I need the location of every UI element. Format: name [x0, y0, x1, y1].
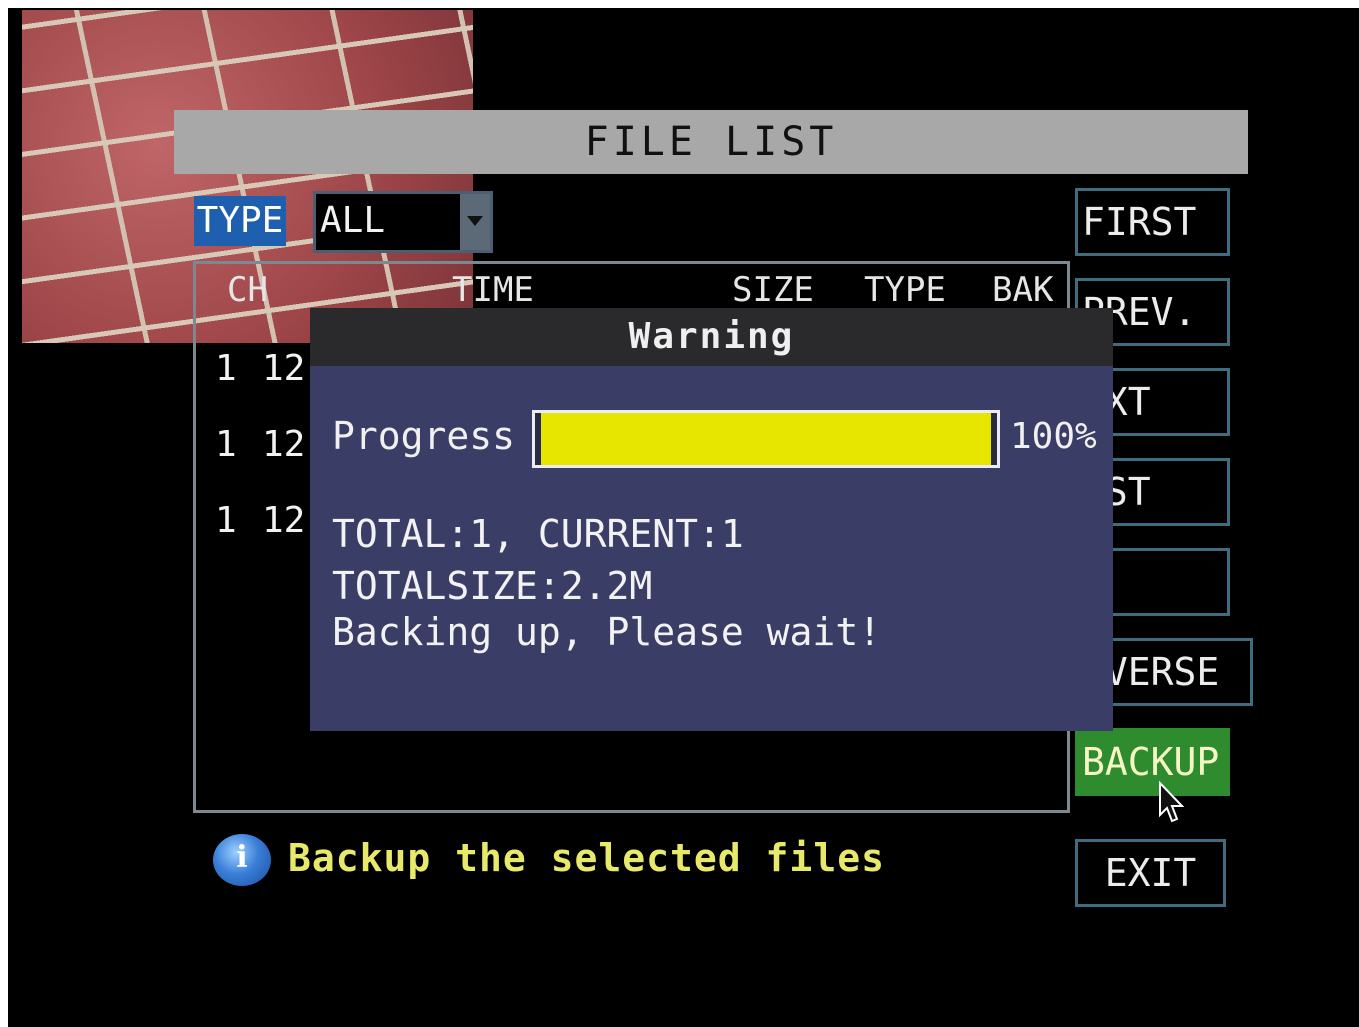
status-message: Backup the selected files — [288, 836, 885, 880]
table-row-ch[interactable]: 1 — [215, 424, 237, 465]
table-row-ch[interactable]: 1 — [215, 348, 237, 389]
warning-dialog: Warning Progress 100% TOTAL:1, CURRENT:1… — [310, 308, 1113, 731]
column-header-time: TIME — [452, 270, 534, 310]
type-filter-select[interactable]: ALL — [313, 191, 493, 253]
progress-label: Progress — [332, 414, 516, 458]
table-row-ch[interactable]: 1 — [215, 500, 237, 541]
backup-button[interactable]: BACKUP — [1075, 728, 1230, 796]
backup-total-count: TOTAL:1, CURRENT:1 — [332, 512, 744, 556]
exit-button[interactable]: EXIT — [1075, 839, 1226, 907]
progress-bar — [532, 410, 1000, 468]
dvr-screen: FILE LIST TYPE ALL CH TIME SIZE TYPE BAK… — [8, 8, 1359, 1027]
chevron-down-icon[interactable] — [460, 194, 490, 250]
progress-percent: 100% — [1010, 416, 1097, 457]
backup-total-size: TOTALSIZE:2.2M — [332, 564, 653, 608]
type-filter-value: ALL — [320, 200, 386, 241]
mouse-pointer-icon — [1159, 781, 1184, 823]
table-row-time[interactable]: 12 — [262, 424, 305, 465]
table-row-time[interactable]: 12 — [262, 348, 305, 389]
window-title: FILE LIST — [174, 110, 1248, 174]
dialog-title: Warning — [310, 308, 1113, 366]
column-header-type: TYPE — [864, 270, 946, 310]
column-header-size: SIZE — [732, 270, 814, 310]
backup-status-message: Backing up, Please wait! — [332, 610, 882, 654]
column-header-bak: BAK — [992, 270, 1054, 310]
first-button[interactable]: FIRST — [1075, 188, 1230, 256]
column-header-ch: CH — [227, 270, 268, 310]
progress-bar-fill — [541, 413, 991, 465]
type-filter-label: TYPE — [194, 196, 286, 246]
table-row-time[interactable]: 12 — [262, 500, 305, 541]
info-icon: i — [213, 834, 271, 886]
